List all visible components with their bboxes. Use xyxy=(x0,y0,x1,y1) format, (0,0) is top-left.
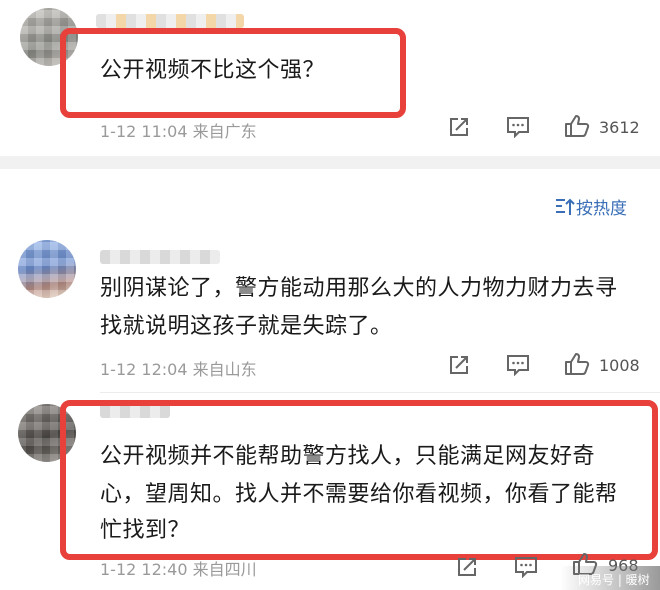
comment-text-line: 别阴谋论了，警方能动用那么大的人力物力财力去寻 xyxy=(100,276,618,301)
comment-text-line: 忙找到？ xyxy=(100,518,191,543)
username-blurred[interactable] xyxy=(96,14,244,28)
section-divider xyxy=(0,156,660,169)
comment-text-line: 公开视频并不能帮助警方找人，只能满足网友好奇 xyxy=(100,444,596,469)
share-icon[interactable] xyxy=(448,116,470,138)
watermark: 网易号 | 暖树 xyxy=(578,573,650,587)
comment-icon[interactable] xyxy=(506,116,530,138)
comment-location: 来自山东 xyxy=(192,360,257,379)
like-count: 3612 xyxy=(599,118,640,137)
comment-time: 1-12 12:40 xyxy=(100,560,188,579)
comment-icon[interactable] xyxy=(506,354,530,376)
comment-time: 1-12 12:04 xyxy=(100,360,188,379)
comment-text-line: 心，望周知。找人并不需要给你看视频，你看了能帮 xyxy=(100,482,618,507)
comment-icon[interactable] xyxy=(514,556,538,578)
comment-location: 来自四川 xyxy=(192,560,257,579)
comment-time: 1-12 11:04 xyxy=(100,122,188,141)
comment-meta: 1-12 12:40 来自四川 xyxy=(100,556,257,580)
comment-text: 公开视频不比这个强？ xyxy=(100,58,326,83)
separator xyxy=(100,392,660,393)
share-icon[interactable] xyxy=(448,354,470,376)
like-count: 1008 xyxy=(599,356,640,375)
like-icon[interactable] xyxy=(564,114,590,138)
avatar[interactable] xyxy=(18,240,76,298)
share-icon[interactable] xyxy=(456,556,478,578)
comment-location: 来自广东 xyxy=(192,122,257,141)
like-icon[interactable] xyxy=(564,352,590,376)
sort-icon xyxy=(554,197,576,217)
sort-by-hot-button[interactable]: 按热度 xyxy=(554,194,627,219)
comment-meta: 1-12 11:04 来自广东 xyxy=(100,118,257,142)
sort-label: 按热度 xyxy=(576,199,627,219)
comment-text-line: 找就说明这孩子就是失踪了。 xyxy=(100,314,393,339)
comment-meta: 1-12 12:04 来自山东 xyxy=(100,356,257,380)
username-blurred[interactable] xyxy=(100,250,220,264)
